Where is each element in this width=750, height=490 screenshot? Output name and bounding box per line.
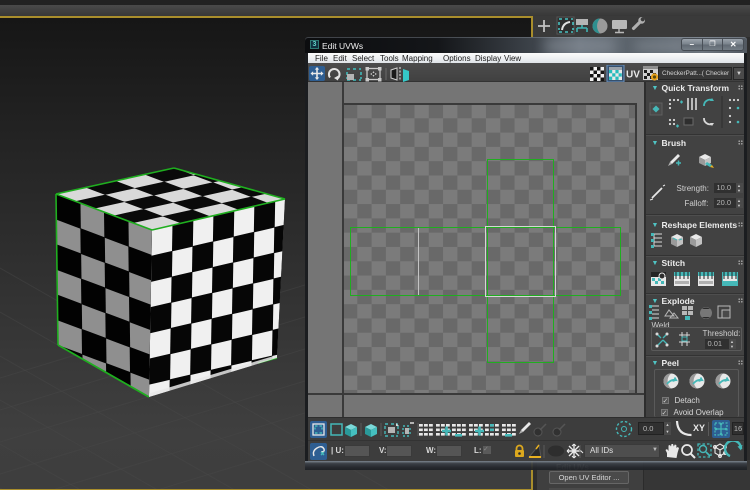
svg-text:UV: UV xyxy=(626,69,640,80)
